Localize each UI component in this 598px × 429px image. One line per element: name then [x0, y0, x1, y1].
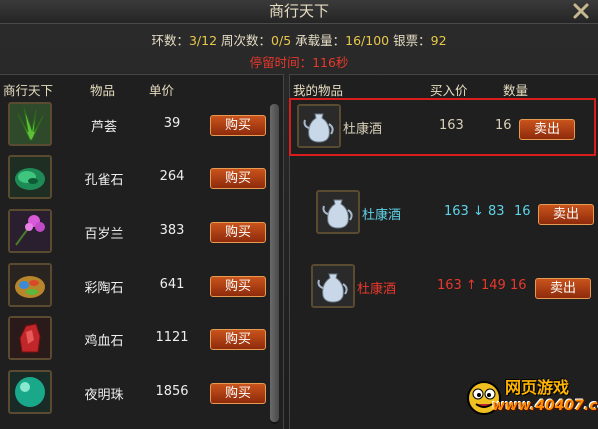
quantity-header: 数量 [503, 83, 529, 98]
item-name: 孔雀石 [84, 173, 124, 188]
close-icon[interactable] [572, 2, 590, 20]
round-label: 环数： [151, 33, 189, 48]
item-name: 百岁兰 [84, 227, 124, 242]
shop-header: 商行天下 [3, 83, 54, 98]
item-name: 夜明珠 [84, 388, 124, 403]
buy-button[interactable]: 购买 [210, 276, 266, 297]
buy-price-header: 买入价 [430, 83, 468, 98]
compare-price: 163 ↑ 149 [437, 278, 506, 293]
compare-quantity: 16 [514, 204, 531, 219]
capacity-value: 16/100 [345, 33, 390, 48]
scrollbar-thumb[interactable] [270, 104, 279, 422]
compare-sell-price: 149 [481, 278, 506, 293]
bloodstone-icon[interactable] [8, 316, 52, 360]
money-value: 92 [430, 33, 447, 48]
compare-item-name: 杜康酒 [357, 282, 397, 297]
round-value: 3/12 [188, 33, 218, 48]
item-name: 芦荟 [90, 120, 117, 135]
malachite-icon[interactable] [8, 155, 52, 199]
wine-jug-icon[interactable] [316, 190, 360, 234]
shop-item-row: 夜明珠 1856 购买 [4, 368, 266, 420]
item-price: 383 [159, 223, 185, 238]
item-price: 1121 [155, 330, 189, 345]
compare-buy-price: 163 [437, 278, 462, 293]
stay-label: 停留时间： [249, 55, 313, 70]
stats-line: 环数：3/12 周次数：0/5 承载量：16/100 银票：92 [0, 30, 598, 49]
shop-item-row: 鸡血石 1121 购买 [4, 314, 266, 366]
money-label: 银票： [393, 33, 431, 48]
sell-button[interactable]: 卖出 [535, 278, 591, 299]
buy-button[interactable]: 购买 [210, 383, 266, 404]
title-bar: 商行天下 [0, 0, 598, 24]
price-compare-row-up: 杜康酒 163 ↑ 149 16 卖出 [311, 264, 596, 312]
orchid-icon[interactable] [8, 209, 52, 253]
wine-jug-icon[interactable] [311, 264, 355, 308]
aloe-icon[interactable] [8, 102, 52, 146]
my-items-header: 我的物品 [293, 83, 344, 98]
sell-button[interactable]: 卖出 [538, 204, 594, 225]
compare-buy-price: 163 [444, 204, 469, 219]
logo-url: www.40407.com [492, 398, 598, 414]
night-pearl-icon[interactable] [8, 370, 52, 414]
week-value: 0/5 [271, 33, 292, 48]
item-header: 物品 [90, 83, 116, 98]
item-name: 鸡血石 [84, 334, 124, 349]
shop-item-row: 百岁兰 383 购买 [4, 207, 266, 259]
compare-sell-price: 83 [488, 204, 505, 219]
buy-button[interactable]: 购买 [210, 168, 266, 189]
price-compare-row-down: 杜康酒 163 ↓ 83 16 卖出 [316, 190, 596, 238]
week-label: 周次数： [221, 33, 272, 48]
down-arrow-icon: ↓ [472, 204, 484, 219]
stay-time: 停留时间：116秒 [0, 52, 598, 71]
shop-item-row: 孔雀石 264 购买 [4, 153, 266, 205]
item-price: 39 [163, 116, 181, 131]
item-price: 1856 [155, 384, 189, 399]
window-title: 商行天下 [268, 2, 329, 20]
item-price: 264 [159, 169, 185, 184]
highlight-box [289, 98, 596, 156]
compare-price: 163 ↓ 83 [444, 204, 505, 219]
compare-quantity: 16 [510, 278, 527, 293]
painted-stone-icon[interactable] [8, 263, 52, 307]
price-header: 单价 [149, 83, 175, 98]
shop-item-row: 芦荟 39 购买 [4, 100, 266, 152]
buy-button[interactable]: 购买 [210, 222, 266, 243]
logo-title: 网页游戏 [505, 378, 570, 397]
item-price: 641 [159, 277, 185, 292]
shop-item-row: 彩陶石 641 购买 [4, 261, 266, 313]
trade-window: 商行天下 环数：3/12 周次数：0/5 承载量：16/100 银票：92 停留… [0, 0, 598, 429]
item-name: 彩陶石 [84, 281, 124, 296]
compare-item-name: 杜康酒 [362, 208, 402, 223]
stay-value: 116秒 [312, 55, 349, 70]
capacity-label: 承载量： [295, 33, 346, 48]
up-arrow-icon: ↑ [465, 278, 477, 293]
buy-button[interactable]: 购买 [210, 115, 266, 136]
buy-button[interactable]: 购买 [210, 329, 266, 350]
